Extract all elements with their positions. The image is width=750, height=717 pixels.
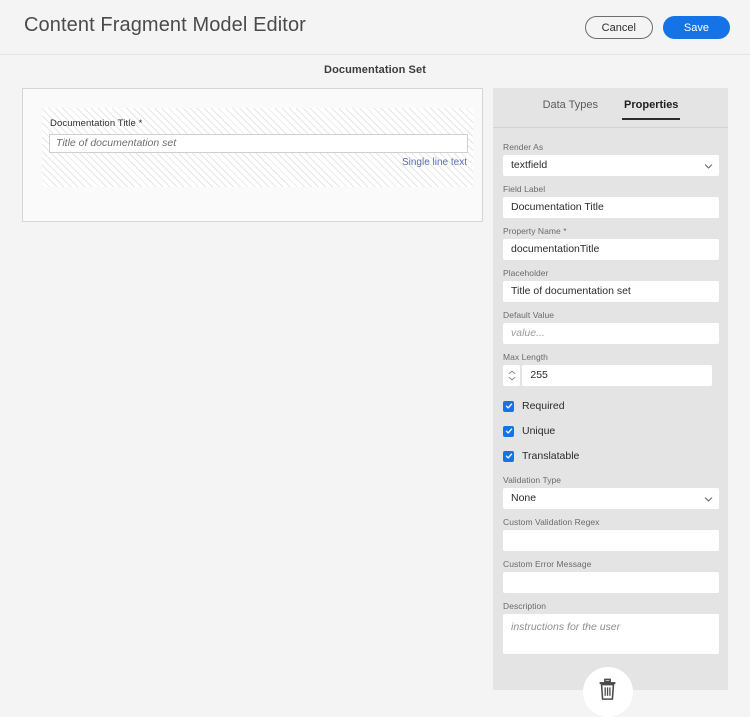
model-canvas: Documentation Title * Title of documenta… [0,88,493,701]
properties-side-panel: Data Types Properties Render As textfiel… [493,88,728,717]
field-render-as-label: Render As [503,142,544,152]
field-max-length-label: Max Length [503,352,548,362]
tab-data-types[interactable]: Data Types [543,99,598,120]
field-description: Description instructions for the user [503,601,719,654]
chevron-up-icon[interactable] [508,370,516,375]
required-label: Required [522,400,565,412]
required-checkbox[interactable] [503,400,514,412]
placeholder-input[interactable]: Title of documentation set [503,281,719,302]
quantity-stepper[interactable] [503,365,521,386]
model-subtitle-bar: Documentation Set [0,55,750,88]
render-as-select[interactable]: textfield [503,155,719,176]
field-render-as: Render As textfield [503,142,719,176]
field-dropzone[interactable]: Documentation Title * Title of documenta… [42,108,473,187]
cancel-button[interactable]: Cancel [584,16,653,39]
field-field-label: Field Label Documentation Title [503,184,719,218]
properties-form: Render As textfield Field Label Document… [493,129,728,717]
translatable-label: Translatable [522,450,580,462]
chevron-down-icon [704,162,713,169]
dropzone-field-label: Documentation Title * [50,118,143,129]
max-length-input[interactable]: 255 [522,365,712,386]
property-name-input[interactable]: documentationTitle [503,239,719,260]
field-custom-error-message-label: Custom Error Message [503,559,592,569]
field-default-value: Default Value value... [503,310,719,344]
tab-properties[interactable]: Properties [622,99,681,120]
field-label-input[interactable]: Documentation Title [503,197,719,218]
field-custom-error-message: Custom Error Message [503,559,719,593]
translatable-checkbox[interactable] [503,450,514,462]
delete-button-wrap [503,667,712,717]
max-length-stepper-row: 255 [503,365,712,386]
unique-checkbox[interactable] [503,425,514,437]
dropzone-field-input[interactable]: Title of documentation set [49,134,468,153]
model-field-card[interactable]: Documentation Title * Title of documenta… [22,88,483,222]
model-name-label: Documentation Set [324,64,426,76]
custom-validation-regex-input[interactable] [503,530,719,551]
validation-type-select[interactable]: None [503,488,719,509]
validation-type-value: None [511,492,537,504]
app-header: Content Fragment Model Editor Cancel Sav… [0,0,750,55]
field-property-name-label: Property Name * [503,226,567,236]
dropzone-datatype-link[interactable]: Single line text [402,157,467,168]
field-placeholder-label: Placeholder [503,268,549,278]
save-button[interactable]: Save [662,16,730,39]
custom-error-message-input[interactable] [503,572,719,593]
field-custom-validation-regex-label: Custom Validation Regex [503,517,600,527]
header-actions: Cancel Save [584,16,730,39]
chevron-down-icon [704,495,713,502]
default-value-input[interactable]: value... [503,323,719,344]
chevron-down-icon[interactable] [508,376,516,381]
description-textarea[interactable]: instructions for the user [503,614,719,654]
render-as-value: textfield [511,159,548,171]
field-field-label-label: Field Label [503,184,546,194]
field-description-label: Description [503,601,547,611]
checkbox-row-translatable[interactable]: Translatable [503,450,712,462]
field-default-value-label: Default Value [503,310,555,320]
page-title: Content Fragment Model Editor [24,14,306,36]
field-placeholder: Placeholder Title of documentation set [503,268,719,302]
field-validation-type-label: Validation Type [503,475,562,485]
panel-tabs: Data Types Properties [493,88,728,128]
trash-icon [597,678,618,706]
checkbox-row-required[interactable]: Required [503,400,712,412]
delete-field-button[interactable] [582,667,633,717]
field-custom-validation-regex: Custom Validation Regex [503,517,719,551]
field-validation-type: Validation Type None [503,475,719,509]
field-max-length: Max Length 255 [503,352,712,386]
unique-label: Unique [522,425,556,437]
field-property-name: Property Name * documentationTitle [503,226,719,260]
checkbox-row-unique[interactable]: Unique [503,425,712,437]
